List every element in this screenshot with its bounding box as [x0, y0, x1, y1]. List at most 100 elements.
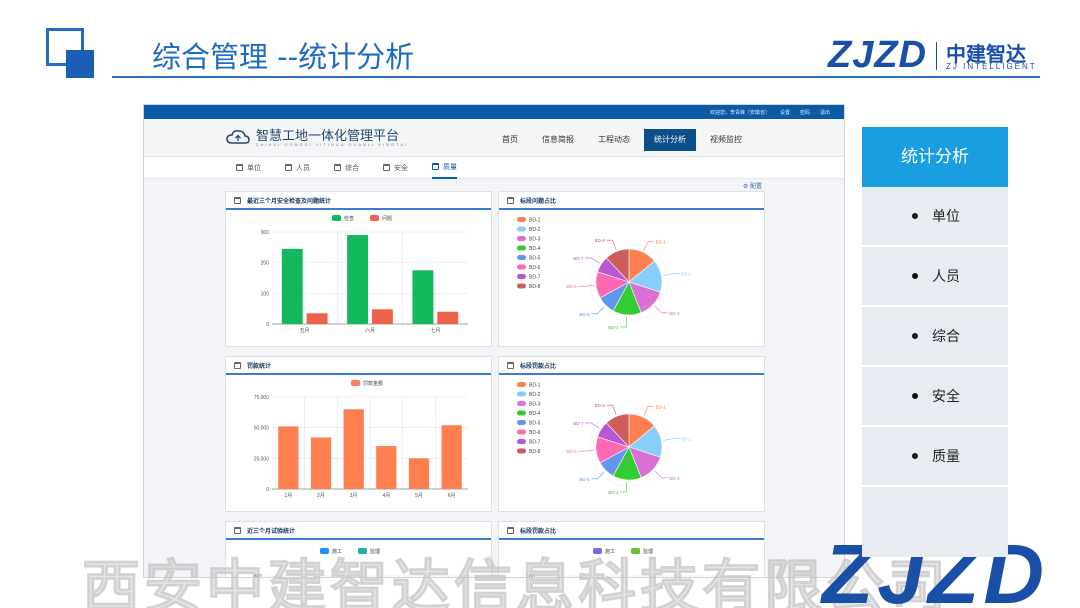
bar	[306, 313, 328, 324]
pie-label: BD-7	[573, 256, 584, 261]
legend-swatch	[517, 274, 526, 279]
sub-nav: 单位 人员 综合 安全 质量	[144, 157, 844, 179]
y-tick-label: 200	[261, 261, 270, 267]
x-tick-label: 2月	[317, 493, 325, 499]
legend-label: BD-2	[529, 392, 541, 398]
pie-label: BD-7	[573, 421, 584, 426]
company-watermark: 西安中建智达信息科技有限公司	[81, 553, 951, 608]
panel-title: 标段问题占比	[520, 197, 557, 205]
tab-label: 人员	[296, 164, 310, 172]
nav-video[interactable]: 视频监控	[700, 129, 752, 151]
pie-leader	[620, 316, 628, 328]
side-item-safety[interactable]: 安全	[862, 367, 1008, 427]
tab-label: 综合	[345, 164, 359, 172]
calendar-icon	[507, 526, 514, 534]
panel-fines: 罚款统计 罚款金额 0 25,000 50,000 75,000 1月 2月 3月 4月 5月 6月	[225, 356, 492, 512]
tab-label: 安全	[394, 164, 408, 172]
app-name-pinyin: ZHIHUI GONGDI YITIHUA GUANLI PINGTAI	[256, 142, 409, 147]
tab-general[interactable]: 综合	[334, 157, 359, 179]
legend-label: BD-1	[529, 383, 541, 389]
side-item-label: 质量	[932, 449, 960, 465]
brand-name-en: ZJ INTELLIGENT	[946, 62, 1037, 71]
legend-label: 问题	[382, 215, 392, 222]
calendar-icon	[285, 164, 292, 171]
bullet-icon	[912, 453, 918, 459]
side-item-label: 综合	[932, 329, 960, 345]
legend-swatch	[517, 283, 526, 289]
pie-leader	[620, 481, 628, 493]
panel-title: 罚款统计	[247, 362, 272, 370]
legend-swatch	[517, 439, 526, 444]
bar	[310, 437, 332, 489]
pie-leader	[606, 404, 617, 415]
side-item-label: 人员	[932, 269, 960, 285]
password-link[interactable]: 密码	[800, 109, 810, 116]
y-tick-label: 75,000	[254, 395, 270, 401]
calendar-icon	[432, 163, 439, 170]
nav-briefing[interactable]: 信息简报	[532, 129, 584, 151]
y-tick-label: 50,000	[254, 426, 270, 432]
legend-swatch	[517, 255, 526, 260]
bullet-icon	[912, 333, 918, 339]
panel-safety-stats: 最近三个月安全检查及问题统计 检查 问题 0 100 200 300 五月 六月 七月	[225, 191, 492, 347]
legend-label: 罚款金额	[363, 380, 383, 387]
side-menu-title[interactable]: 统计分析	[862, 127, 1008, 187]
x-tick-label: 5月	[415, 493, 423, 499]
brand-separator	[936, 42, 937, 70]
bullet-icon	[912, 213, 918, 219]
legend-swatch	[517, 429, 526, 435]
y-tick-label: 0	[266, 487, 269, 493]
cloud-icon	[226, 130, 250, 144]
legend-label: BD-5	[529, 256, 541, 262]
legend-swatch	[351, 380, 360, 386]
tab-unit[interactable]: 单位	[236, 157, 261, 179]
bar	[343, 409, 364, 489]
side-item-unit[interactable]: 单位	[862, 187, 1008, 247]
panel-title: 标段罚款占比	[520, 362, 557, 370]
x-tick-label: 6月	[448, 493, 456, 499]
legend-label: BD-8	[529, 449, 541, 455]
nav-home[interactable]: 首页	[492, 129, 528, 151]
pie-label: BD-4	[608, 490, 619, 495]
settings-link[interactable]: 设置	[780, 109, 790, 116]
legend-swatch	[332, 215, 341, 221]
tab-quality[interactable]: 质量	[432, 157, 457, 179]
tab-safety[interactable]: 安全	[383, 157, 408, 179]
app-window: 欢迎您，李青峰（安徽省） 设置 密码 退出 智慧工地一体化管理平台 ZHIHUI…	[143, 104, 845, 578]
legend-label: BD-6	[529, 430, 541, 436]
nav-statistics[interactable]: 统计分析	[644, 129, 696, 151]
bar	[412, 270, 434, 324]
x-tick-label: 1月	[284, 493, 292, 499]
y-tick-label: 100	[261, 291, 270, 297]
x-tick-label: 六月	[365, 327, 375, 334]
legend-label: BD-7	[529, 440, 541, 446]
legend-swatch	[517, 401, 526, 406]
panel-title: 标段罚款占比	[520, 527, 557, 535]
chart-issues-pie: BD-1 BD-2 BD-3 BD-4 BD-5 BD-6 BD-7 BD-8 BD-1 BD-2…	[517, 217, 691, 330]
side-item-label: 单位	[932, 209, 960, 225]
pie-label: BD-5	[579, 477, 590, 482]
legend-label: BD-3	[529, 402, 541, 408]
app-topbar: 欢迎您，李青峰（安徽省） 设置 密码 退出	[144, 105, 844, 119]
calendar-icon	[507, 361, 514, 369]
pie-label: BD-8	[595, 403, 606, 408]
bar	[371, 309, 393, 324]
side-item-personnel[interactable]: 人员	[862, 247, 1008, 307]
y-tick-label: 0	[266, 322, 269, 328]
gear-icon: ⚙	[742, 184, 749, 190]
config-button[interactable]: ⚙ 配置	[743, 181, 762, 190]
tab-personnel[interactable]: 人员	[285, 157, 310, 179]
calendar-icon	[383, 164, 390, 171]
legend-label: 检查	[344, 215, 354, 222]
logout-link[interactable]: 退出	[820, 109, 830, 116]
side-item-quality[interactable]: 质量	[862, 427, 1008, 487]
nav-project-news[interactable]: 工程动态	[588, 129, 640, 151]
legend-swatch	[517, 391, 526, 397]
pie-label: BD-1	[656, 239, 667, 244]
main-nav: 首页 信息简报 工程动态 统计分析 视频监控	[492, 129, 752, 151]
pie-leader	[606, 239, 617, 250]
bar	[437, 311, 459, 324]
side-item-general[interactable]: 综合	[862, 307, 1008, 367]
legend-swatch	[370, 215, 379, 221]
pie-label: BD-3	[669, 311, 680, 316]
